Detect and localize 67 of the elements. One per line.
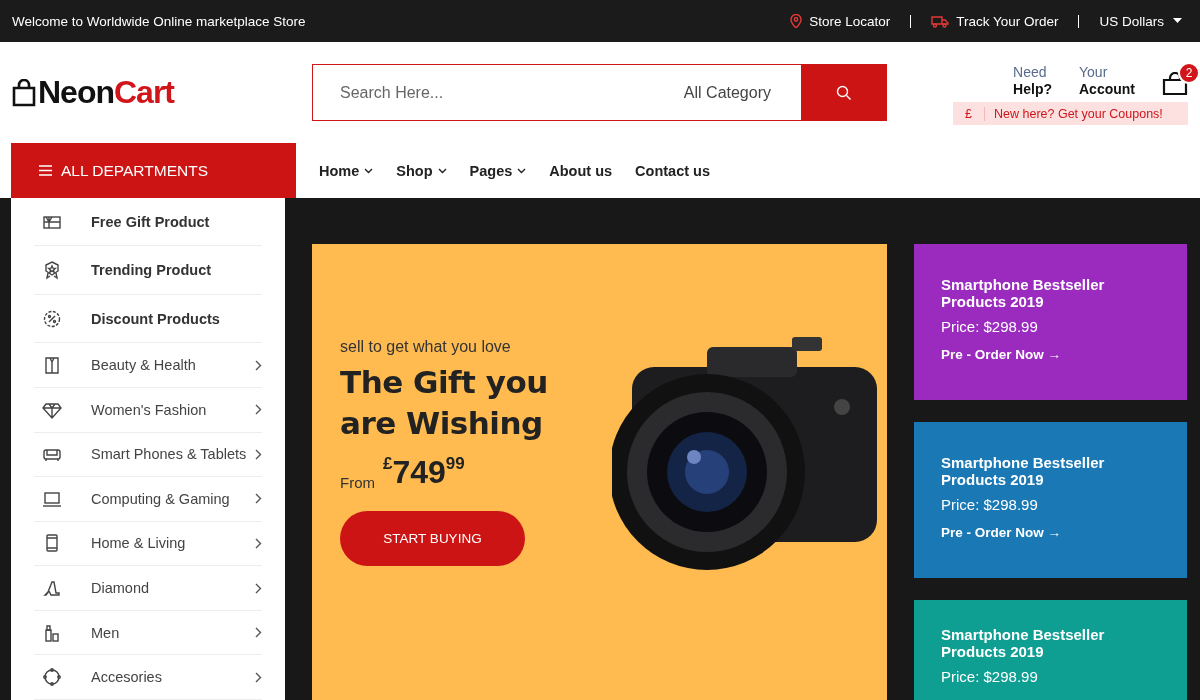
logo[interactable]: NeonCart: [12, 74, 312, 111]
hero-title: The Gift you are Wishing: [340, 363, 549, 443]
promo-price: Price: $298.99: [941, 668, 1039, 685]
promo-card[interactable]: Smartphone Bestseller Products 2019 Price: $298.99 Pre - Order Now →: [914, 422, 1187, 578]
promo-price: Price: $298.99: [941, 496, 1039, 513]
chevron-right-icon: [255, 404, 262, 416]
category-menu-item[interactable]: Women's Fashion: [34, 387, 262, 433]
chevron-right-icon: [255, 359, 262, 371]
menu-icon: [39, 165, 52, 176]
coupon-banner[interactable]: £ New here? Get your Coupons!: [953, 102, 1188, 125]
perfume-bottles-icon: [42, 622, 62, 643]
category-menu-item[interactable]: Diamond: [34, 566, 262, 611]
category-menu-item[interactable]: Discount Products: [34, 294, 262, 344]
promo-title: Smartphone Bestseller Products 2019: [941, 454, 1106, 488]
high-heel-icon: [42, 578, 62, 599]
discount-tag-icon: [42, 308, 62, 329]
chevron-right-icon: [255, 493, 262, 505]
search-field[interactable]: Search Here...: [312, 64, 674, 121]
promo-price: Price: $298.99: [941, 318, 1039, 335]
shopping-bag-icon: [12, 78, 36, 107]
start-buying-button[interactable]: START BUYING: [340, 511, 525, 566]
currency-dropdown[interactable]: US Dollars: [1099, 13, 1182, 29]
welcome-text: Welcome to Worldwide Online marketplace Store: [12, 13, 306, 29]
hero-price: $^{£}$749$^{99}$: [383, 454, 465, 491]
top-link[interactable]: Track Your Order: [931, 13, 1059, 29]
chevron-right-icon: [255, 627, 262, 639]
search-icon: [836, 84, 852, 101]
nav-link[interactable]: Home: [319, 162, 374, 179]
category-select[interactable]: All Category: [673, 64, 801, 121]
help-link[interactable]: Need Help?: [1013, 64, 1052, 98]
chevron-down-icon: [437, 167, 447, 174]
chevron-right-icon: [255, 671, 262, 683]
account-link[interactable]: Your Account: [1079, 64, 1135, 98]
chevron-right-icon: [255, 582, 262, 594]
award-badge-icon: [42, 260, 62, 281]
pre-order-link[interactable]: Pre - Order Now →: [941, 525, 1167, 540]
truck-icon: [931, 14, 950, 28]
category-menu-item[interactable]: Free Gift Product: [34, 198, 262, 247]
chevron-right-icon: [255, 448, 262, 460]
chevron-down-icon: [364, 167, 374, 174]
chevron-down-icon: [517, 167, 527, 174]
category-menu-item[interactable]: Computing & Gaming: [34, 477, 262, 522]
chevron-right-icon: [255, 537, 262, 549]
category-menu-item[interactable]: Smart Phones & Tablets: [34, 432, 262, 478]
promo-title: Smartphone Bestseller Products 2019: [941, 626, 1106, 660]
category-menu-item[interactable]: Accesories: [34, 655, 262, 700]
hero-tagline: sell to get what you love: [340, 338, 512, 356]
coupon-text: New here? Get your Coupons!: [993, 106, 1163, 121]
nav-link[interactable]: Pages: [469, 162, 527, 179]
caret-icon: [1173, 18, 1182, 24]
category-menu-item[interactable]: Trending Product: [34, 246, 262, 295]
pre-order-link[interactable]: Pre - Order Now →: [941, 347, 1167, 362]
nav-link[interactable]: Contact us: [635, 162, 711, 179]
cart-count-badge: 2: [1178, 62, 1200, 84]
location-pin-icon: [790, 14, 803, 28]
category-menu-item[interactable]: Beauty & Health: [34, 343, 262, 388]
necklace-icon: [42, 667, 62, 688]
nav-link[interactable]: Shop: [396, 162, 447, 179]
promo-card[interactable]: Smartphone Bestseller Products 2019 Price: $298.99 Pre - Order Now →: [914, 244, 1187, 400]
nav-link[interactable]: About us: [549, 162, 613, 179]
top-link[interactable]: Store Locator: [790, 13, 891, 29]
category-menu-item[interactable]: Men: [34, 610, 262, 656]
shopping-bag-icon: [1162, 72, 1188, 96]
category-menu-item[interactable]: Home & Living: [34, 521, 262, 567]
promo-title: Smartphone Bestseller Products 2019: [941, 276, 1106, 310]
from-label: From: [340, 474, 375, 491]
all-departments-button[interactable]: ALL DEPARTMENTS: [11, 143, 296, 198]
